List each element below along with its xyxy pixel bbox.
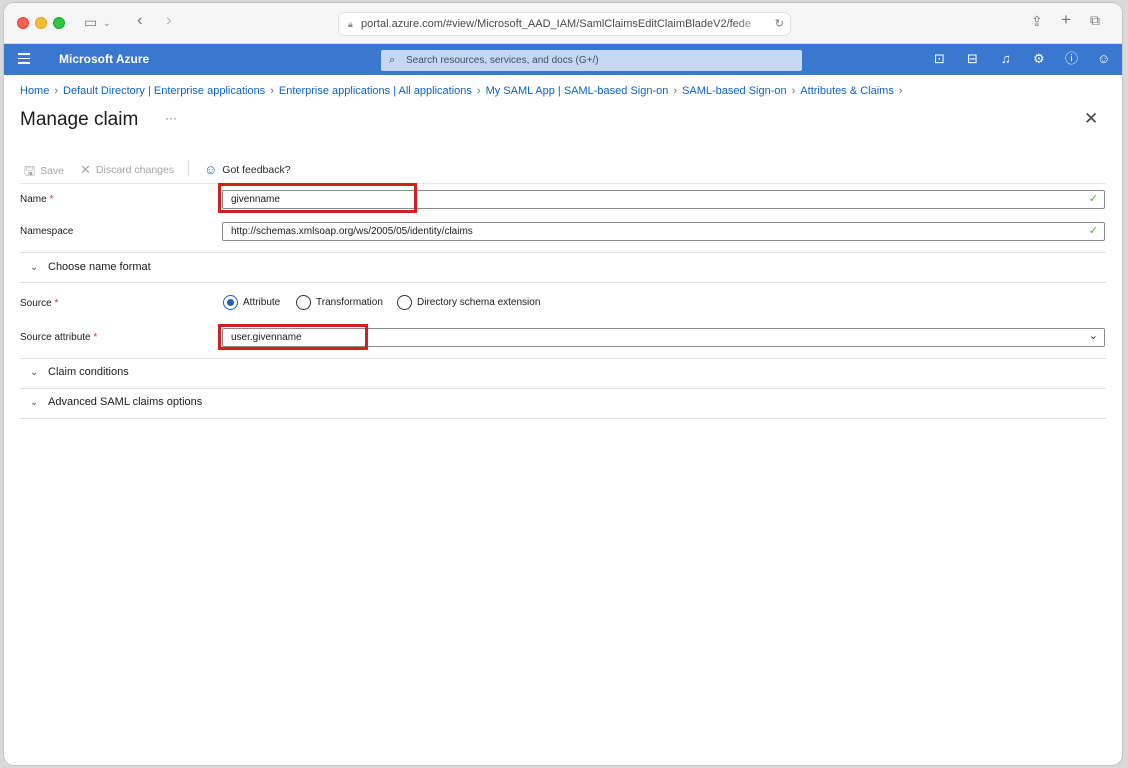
- radio-attribute[interactable]: Attribute: [223, 295, 280, 311]
- tab-overview-icon[interactable]: ⧉: [1090, 12, 1100, 29]
- back-icon[interactable]: ‹: [137, 10, 143, 30]
- check-icon: ✓: [1088, 193, 1098, 205]
- source-label: Source *: [20, 298, 59, 309]
- breadcrumb-attributes-claims[interactable]: Attributes & Claims: [800, 85, 894, 97]
- minimize-window-button[interactable]: [35, 17, 47, 29]
- azure-top-bar: Microsoft Azure ⌕ Search resources, serv…: [4, 44, 1122, 75]
- browser-toolbar: ▭ ⌄ ‹ › 🔒︎ portal.azure.com/#view/Micros…: [4, 3, 1122, 44]
- breadcrumb-saml-sign-on[interactable]: SAML-based Sign-on: [682, 85, 787, 97]
- more-options-icon[interactable]: ···: [165, 111, 177, 125]
- settings-gear-icon[interactable]: ⚙: [1033, 51, 1045, 67]
- search-input[interactable]: ⌕ Search resources, services, and docs (…: [381, 50, 802, 71]
- chevron-right-icon: ›: [791, 85, 796, 97]
- share-icon[interactable]: ⇪: [1031, 13, 1043, 30]
- chevron-down-icon: ⌄: [30, 397, 39, 408]
- chevron-down-icon: ⌄: [30, 367, 39, 378]
- directory-filter-icon[interactable]: ⊟: [967, 51, 978, 67]
- check-icon: ✓: [1088, 225, 1098, 237]
- search-placeholder: Search resources, services, and docs (G+…: [406, 55, 599, 66]
- radio-transformation[interactable]: Transformation: [296, 295, 383, 311]
- menu-icon[interactable]: [18, 53, 30, 67]
- maximize-window-button[interactable]: [53, 17, 65, 29]
- radio-unselected-icon: [296, 295, 311, 310]
- claim-conditions-toggle[interactable]: ⌄ Claim conditions: [30, 366, 129, 378]
- highlight-box-source-attribute: [218, 324, 368, 350]
- chevron-right-icon: ›: [476, 85, 481, 97]
- got-feedback-button[interactable]: ☺ Got feedback?: [204, 161, 291, 177]
- feedback-icon[interactable]: ☺: [1097, 51, 1110, 67]
- forward-icon[interactable]: ›: [166, 10, 172, 30]
- feedback-person-icon: ☺: [204, 162, 218, 177]
- sidebar-toggle-icon[interactable]: ▭: [84, 14, 97, 31]
- advanced-saml-options-toggle[interactable]: ⌄ Advanced SAML claims options: [30, 396, 202, 408]
- search-icon: ⌕: [389, 54, 396, 66]
- save-button[interactable]: 🖫︎ Save: [24, 161, 64, 183]
- toolbar-divider: [188, 161, 189, 175]
- namespace-label: Namespace: [20, 226, 74, 237]
- close-window-button[interactable]: [17, 17, 29, 29]
- brand-name[interactable]: Microsoft Azure: [59, 52, 149, 66]
- breadcrumb-all-applications[interactable]: Enterprise applications | All applicatio…: [279, 85, 472, 97]
- browser-window: ▭ ⌄ ‹ › 🔒︎ portal.azure.com/#view/Micros…: [4, 3, 1122, 765]
- chevron-down-icon: ⌄: [1088, 330, 1098, 342]
- name-label: Name *: [20, 194, 54, 205]
- breadcrumb: Home › Default Directory | Enterprise appl…: [20, 85, 908, 97]
- source-attribute-label: Source attribute *: [20, 332, 98, 343]
- close-icon[interactable]: ✕: [1084, 109, 1098, 129]
- notifications-icon[interactable]: ♫: [1001, 51, 1011, 67]
- reload-icon[interactable]: ↻: [771, 13, 784, 35]
- cloud-shell-icon[interactable]: ⊡: [934, 51, 945, 67]
- discard-changes-button[interactable]: ✕ Discard changes: [80, 161, 174, 177]
- radio-selected-icon: [223, 295, 238, 310]
- page-title: Manage claim: [20, 109, 139, 130]
- chevron-right-icon: ›: [54, 85, 59, 97]
- chevron-right-icon: ›: [673, 85, 678, 97]
- namespace-value: http://schemas.xmlsoap.org/ws/2005/05/id…: [231, 226, 473, 237]
- chevron-down-icon: ⌄: [30, 262, 39, 273]
- highlight-box-name: [218, 183, 417, 213]
- breadcrumb-home[interactable]: Home: [20, 85, 49, 97]
- url-text: portal.azure.com/#view/Microsoft_AAD_IAM…: [361, 18, 752, 30]
- radio-directory-schema-extension[interactable]: Directory schema extension: [397, 295, 540, 311]
- chevron-right-icon: ›: [898, 85, 903, 97]
- save-icon: 🖫︎: [24, 163, 36, 178]
- lock-icon: 🔒︎: [348, 19, 353, 29]
- namespace-input[interactable]: http://schemas.xmlsoap.org/ws/2005/05/id…: [222, 222, 1105, 241]
- address-bar[interactable]: 🔒︎ portal.azure.com/#view/Microsoft_AAD_…: [338, 12, 791, 36]
- help-icon[interactable]: ⓘ: [1065, 51, 1078, 67]
- new-tab-icon[interactable]: +: [1061, 10, 1071, 30]
- toolbar-divider-line: [20, 183, 1106, 184]
- radio-unselected-icon: [397, 295, 412, 310]
- breadcrumb-my-saml-app[interactable]: My SAML App | SAML-based Sign-on: [486, 85, 669, 97]
- chevron-right-icon: ›: [270, 85, 274, 97]
- choose-name-format-toggle[interactable]: ⌄ Choose name format: [30, 261, 151, 273]
- breadcrumb-default-directory[interactable]: Default Directory | Enterprise applicati…: [63, 85, 265, 97]
- chevron-down-icon[interactable]: ⌄: [103, 18, 111, 29]
- discard-icon: ✕: [80, 162, 91, 177]
